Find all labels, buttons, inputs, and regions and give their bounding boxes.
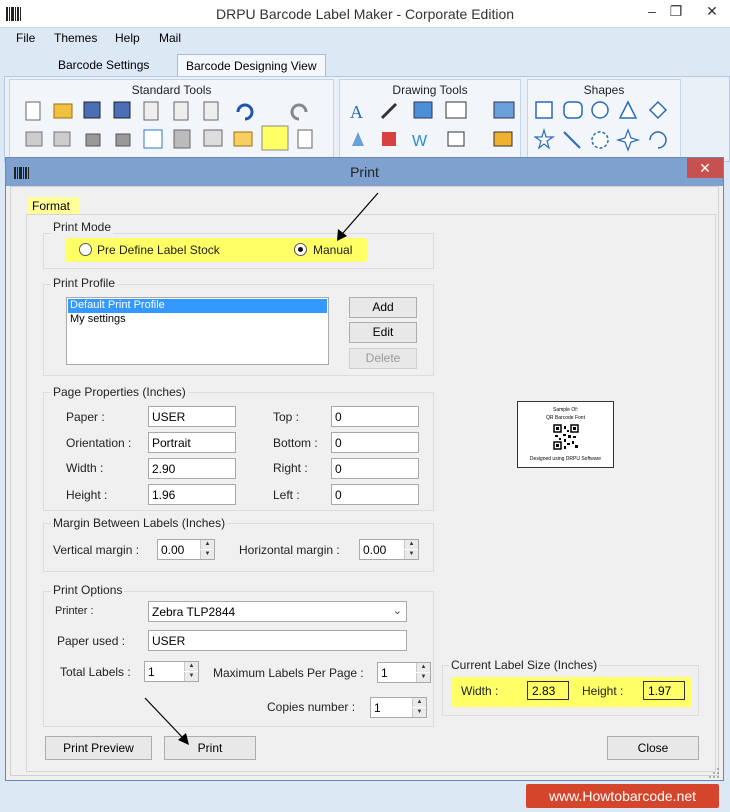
annotation-arrows xyxy=(144,192,379,745)
brand-banner: www.Howtobarcode.net xyxy=(526,784,719,808)
